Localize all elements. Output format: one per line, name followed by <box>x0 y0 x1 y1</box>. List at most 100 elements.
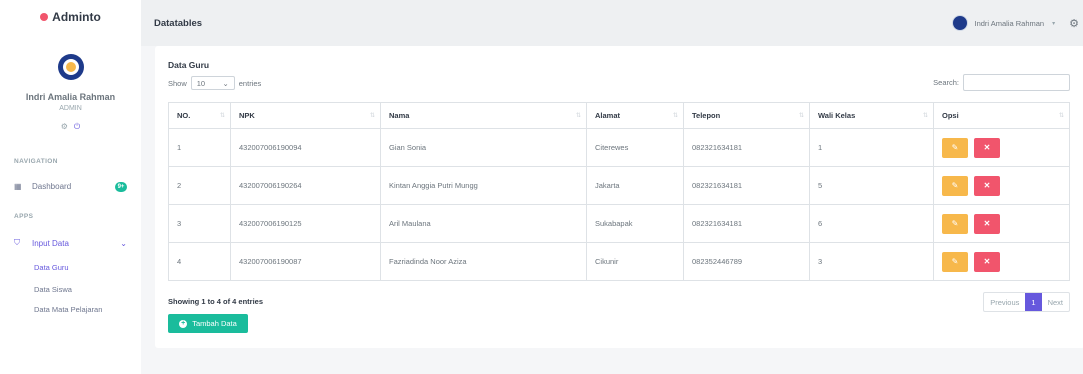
sidebar-subitem-data-siswa[interactable]: Data Siswa <box>34 285 72 294</box>
edit-button[interactable]: ✎ <box>942 251 968 272</box>
table-row: 1 432007006190094 Gian Sonia Citerewes 0… <box>168 128 1070 167</box>
cell-wali-kelas: 3 <box>809 242 934 281</box>
entries-label: entries <box>238 78 262 88</box>
dashboard-icon: ▦ <box>14 182 22 191</box>
chevron-down-icon: ⌄ <box>120 238 127 248</box>
cell-npk: 432007006190264 <box>230 166 381 205</box>
topbar: Datatables Indri Amalia Rahman ▾ ⚙ <box>141 0 1083 46</box>
chevron-down-icon[interactable]: ▾ <box>1052 20 1055 27</box>
pagination-next[interactable]: Next <box>1042 293 1069 311</box>
column-header-nama[interactable]: Nama ⇅ <box>380 102 587 129</box>
edit-button[interactable]: ✎ <box>942 137 968 158</box>
edit-button[interactable]: ✎ <box>942 175 968 196</box>
avatar[interactable] <box>57 54 84 80</box>
cell-no: 2 <box>168 166 231 205</box>
pagination-previous[interactable]: Previous <box>984 293 1025 311</box>
pagination-page-1[interactable]: 1 <box>1025 293 1042 311</box>
sidebar: Adminto Indri Amalia Rahman ADMIN ⚙ ⏻ NA… <box>0 0 141 374</box>
cell-wali-kelas: 6 <box>809 204 934 243</box>
delete-button[interactable]: ✕ <box>974 251 1000 272</box>
sidebar-subitem-data-mata-pelajaran[interactable]: Data Mata Pelajaran <box>34 305 102 314</box>
sort-icon: ⇅ <box>369 113 375 119</box>
cell-no: 4 <box>168 242 231 281</box>
cell-opsi: ✎ ✕ <box>933 128 1070 167</box>
card-title: Data Guru <box>168 60 210 70</box>
delete-button[interactable]: ✕ <box>974 137 1000 158</box>
column-header-wali-kelas[interactable]: Wali Kelas ⇅ <box>809 102 934 129</box>
settings-icon[interactable]: ⚙ <box>1069 17 1079 30</box>
sidebar-item-label: Dashboard <box>32 182 72 191</box>
column-header-telepon[interactable]: Telepon ⇅ <box>683 102 810 129</box>
cell-alamat: Cikunir <box>586 242 684 281</box>
edit-icon: ✎ <box>951 181 959 190</box>
topbar-user-name[interactable]: Indri Amalia Rahman <box>974 19 1044 28</box>
notification-badge: 9+ <box>115 181 127 192</box>
sort-icon: ⇅ <box>575 113 581 119</box>
length-control: Show 10 ⌄ entries <box>168 76 261 90</box>
page-title: Datatables <box>154 17 203 29</box>
column-header-no[interactable]: NO. ⇅ <box>168 102 231 129</box>
brand-logo[interactable]: Adminto <box>0 0 141 34</box>
cell-no: 1 <box>168 128 231 167</box>
cell-telepon: 082352446789 <box>683 242 810 281</box>
sidebar-item-label: Input Data <box>32 238 69 248</box>
data-card: Data Guru Show 10 ⌄ entries Search: NO. ⇅… <box>155 46 1083 348</box>
close-icon: ✕ <box>983 143 991 152</box>
cell-opsi: ✎ ✕ <box>933 242 1070 281</box>
plus-circle-icon: + <box>179 319 188 328</box>
entries-select[interactable]: 10 ⌄ <box>190 76 235 90</box>
menu-title-apps: APPS <box>14 213 34 220</box>
cell-nama: Gian Sonia <box>380 128 587 167</box>
table-info: Showing 1 to 4 of 4 entries <box>168 297 264 306</box>
shield-icon: ⛉ <box>14 238 20 247</box>
cell-nama: Kintan Anggia Putri Mungg <box>380 166 587 205</box>
column-header-opsi[interactable]: Opsi ⇅ <box>933 102 1070 129</box>
table-row: 3 432007006190125 Aril Maulana Sukabapak… <box>168 204 1070 243</box>
cell-telepon: 082321634181 <box>683 166 810 205</box>
cell-no: 3 <box>168 204 231 243</box>
table-header-row: NO. ⇅ NPK ⇅ Nama ⇅ Alamat ⇅ Telepon ⇅ Wali Ke… <box>168 102 1070 129</box>
sidebar-item-input-data[interactable]: ⛉ Input Data ⌄ <box>14 238 127 248</box>
column-header-alamat[interactable]: Alamat ⇅ <box>586 102 684 129</box>
edit-icon: ✎ <box>951 257 959 266</box>
pagination: Previous 1 Next <box>983 292 1070 312</box>
table-row: 4 432007006190087 Fazriadinda Noor Aziza… <box>168 242 1070 281</box>
sort-icon: ⇅ <box>219 113 225 119</box>
chevron-down-icon: ⌄ <box>222 78 229 88</box>
cell-alamat: Citerewes <box>586 128 684 167</box>
cell-npk: 432007006190125 <box>230 204 381 243</box>
sidebar-item-dashboard[interactable]: ▦ Dashboard 9+ <box>14 181 127 192</box>
close-icon: ✕ <box>983 219 991 228</box>
data-table: NO. ⇅ NPK ⇅ Nama ⇅ Alamat ⇅ Telepon ⇅ Wali Ke… <box>168 102 1070 281</box>
add-data-button[interactable]: + Tambah Data <box>168 314 248 333</box>
show-label: Show <box>168 78 187 88</box>
user-role: ADMIN <box>59 105 82 112</box>
edit-button[interactable]: ✎ <box>942 213 968 234</box>
search-label: Search: <box>933 78 959 87</box>
search-control: Search: <box>933 74 1070 91</box>
sort-icon: ⇅ <box>922 113 928 119</box>
power-icon[interactable]: ⏻ <box>74 122 80 132</box>
cell-nama: Fazriadinda Noor Aziza <box>380 242 587 281</box>
cell-npk: 432007006190094 <box>230 128 381 167</box>
search-input[interactable] <box>963 74 1070 91</box>
add-data-label: Tambah Data <box>192 319 237 328</box>
delete-button[interactable]: ✕ <box>974 213 1000 234</box>
column-header-npk[interactable]: NPK ⇅ <box>230 102 381 129</box>
avatar[interactable] <box>952 15 969 31</box>
sidebar-subitem-data-guru[interactable]: Data Guru <box>34 263 69 272</box>
cell-npk: 432007006190087 <box>230 242 381 281</box>
sort-icon: ⇅ <box>1058 113 1064 119</box>
cell-alamat: Sukabapak <box>586 204 684 243</box>
cell-alamat: Jakarta <box>586 166 684 205</box>
sort-icon: ⇅ <box>672 113 678 119</box>
logo-icon <box>40 13 49 21</box>
edit-icon: ✎ <box>951 219 959 228</box>
delete-button[interactable]: ✕ <box>974 175 1000 196</box>
cell-wali-kelas: 5 <box>809 166 934 205</box>
edit-icon: ✎ <box>951 143 959 152</box>
gear-icon[interactable]: ⚙ <box>61 122 68 132</box>
entries-value: 10 <box>196 78 206 88</box>
cell-opsi: ✎ ✕ <box>933 204 1070 243</box>
user-name[interactable]: Indri Amalia Rahman <box>0 92 141 102</box>
